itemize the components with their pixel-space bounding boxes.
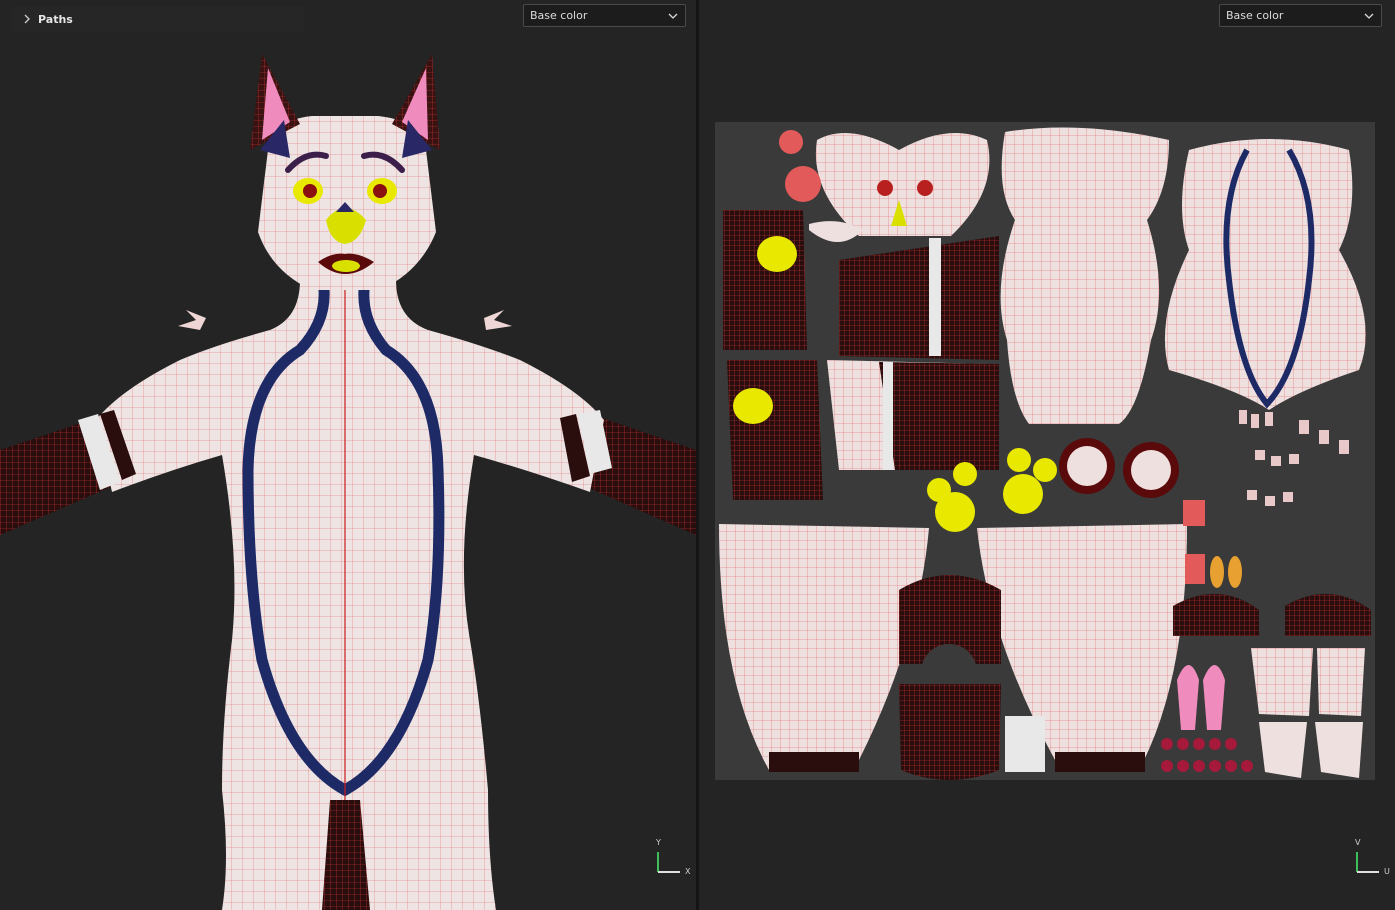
axis-v-label: V — [1355, 838, 1361, 847]
chevron-down-icon — [1364, 13, 1374, 19]
channel-select-value: Base color — [1226, 9, 1284, 22]
channel-select-left[interactable]: Base color — [523, 4, 686, 27]
character-model-render — [0, 54, 696, 910]
paths-panel-header[interactable]: Paths — [12, 6, 304, 32]
uv-viewport[interactable]: Base color V U — [699, 0, 1395, 910]
uv-layout-render — [715, 122, 1375, 780]
paths-label: Paths — [38, 12, 73, 26]
chevron-down-icon — [668, 13, 678, 19]
axis-x-label: X — [685, 867, 691, 876]
axis-u-label: U — [1384, 867, 1390, 876]
3d-viewport[interactable]: Paths Base color Y X — [0, 0, 696, 910]
axis-y-label: Y — [656, 838, 661, 847]
axis-gizmo-icon: V U — [1351, 838, 1391, 878]
channel-select-value: Base color — [530, 9, 588, 22]
axis-gizmo-icon: Y X — [652, 838, 692, 878]
chevron-right-icon — [24, 14, 30, 24]
channel-select-right[interactable]: Base color — [1219, 4, 1382, 27]
